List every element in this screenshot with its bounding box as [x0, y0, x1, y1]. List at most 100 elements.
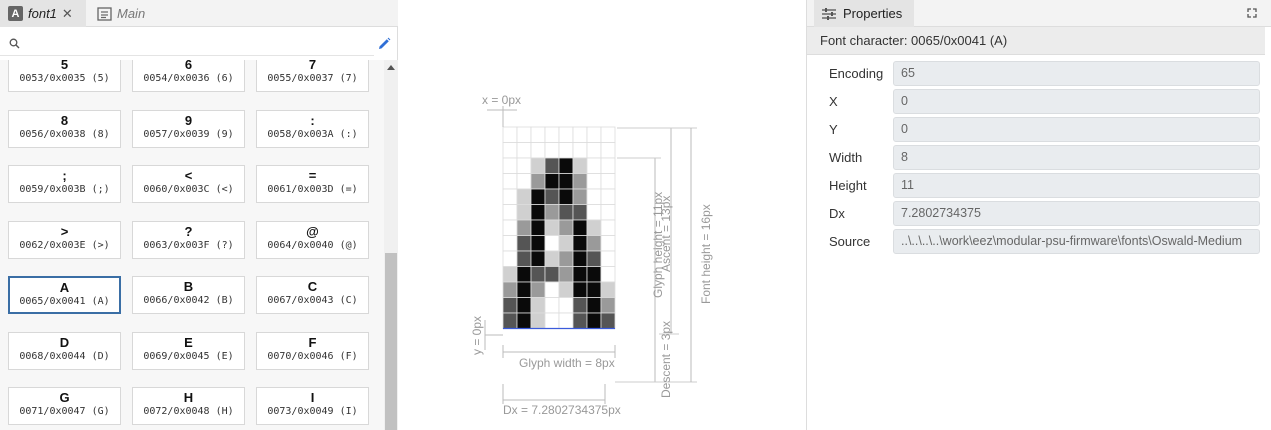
glyph-pixel[interactable] [586, 297, 602, 314]
glyph-pixel[interactable] [586, 173, 602, 190]
glyph-pixel[interactable] [558, 188, 574, 205]
glyph-pixel[interactable] [586, 250, 602, 267]
tab-properties[interactable]: Properties [814, 0, 914, 27]
glyph-pixel[interactable] [530, 126, 546, 143]
glyph-pixel[interactable] [572, 297, 588, 314]
glyph-pixel[interactable] [586, 204, 602, 221]
glyph-pixel[interactable] [558, 142, 574, 159]
glyph-pixel[interactable] [516, 312, 532, 329]
glyph-pixel[interactable] [600, 219, 616, 236]
character-cell[interactable]: H 0072/0x0048 (H) [132, 387, 245, 425]
glyph-pixel[interactable] [558, 312, 574, 329]
character-cell[interactable]: <0060/0x003C (<) [132, 165, 245, 203]
property-value-field[interactable]: 0 [893, 117, 1260, 142]
glyph-pixel[interactable] [502, 204, 518, 221]
glyph-pixel[interactable] [516, 188, 532, 205]
glyph-pixel[interactable] [558, 250, 574, 267]
glyph-pixel[interactable] [586, 281, 602, 298]
glyph-pixel[interactable] [600, 157, 616, 174]
glyph-pixel[interactable] [516, 204, 532, 221]
glyph-pixel[interactable] [586, 219, 602, 236]
glyph-pixel[interactable] [544, 312, 560, 329]
glyph-pixel[interactable] [544, 157, 560, 174]
glyph-pixel[interactable] [558, 126, 574, 143]
glyph-pixel[interactable] [572, 250, 588, 267]
glyph-pixel[interactable] [558, 219, 574, 236]
glyph-pixel[interactable] [502, 188, 518, 205]
character-cell[interactable]: ? 0063/0x003F (?) [132, 220, 245, 259]
glyph-pixel[interactable] [572, 173, 588, 190]
glyph-pixel[interactable] [600, 188, 616, 205]
glyph-pixel[interactable] [530, 266, 546, 283]
glyph-pixel[interactable] [586, 126, 602, 143]
glyph-pixel[interactable] [600, 297, 616, 314]
glyph-pixel[interactable] [502, 266, 518, 283]
character-cell[interactable]: 8 0056/0x0038 (8) [8, 109, 121, 148]
property-value-field[interactable]: 7.2802734375 [893, 201, 1260, 226]
character-cell[interactable]: I 0073/0x0049 (I) [256, 387, 369, 425]
character-cell[interactable]: G 0071/0x0047 (G) [8, 387, 121, 425]
glyph-pixel[interactable] [544, 266, 560, 283]
glyph-pixel[interactable] [516, 281, 532, 298]
glyph-pixel[interactable] [600, 142, 616, 159]
glyph-pixel[interactable] [572, 157, 588, 174]
glyph-pixel[interactable] [544, 297, 560, 314]
character-cell[interactable]: :0058/0x003A (:) [256, 109, 369, 148]
glyph-pixel[interactable] [600, 126, 616, 143]
search-input[interactable] [26, 35, 366, 53]
glyph-pixel[interactable] [544, 188, 560, 205]
glyph-pixel[interactable] [544, 204, 560, 221]
glyph-pixel[interactable] [502, 219, 518, 236]
glyph-pixel[interactable] [544, 173, 560, 190]
property-value-field[interactable]: 65 [893, 61, 1260, 86]
character-cell[interactable]: F 0070/0x0046 (F) [256, 331, 369, 370]
glyph-pixel[interactable] [572, 219, 588, 236]
glyph-pixel[interactable] [544, 250, 560, 267]
glyph-pixel[interactable] [502, 297, 518, 314]
glyph-pixel[interactable] [530, 297, 546, 314]
property-value-field[interactable]: 8 [893, 145, 1260, 170]
glyph-pixel[interactable] [572, 235, 588, 252]
character-cell[interactable]: A 0065/0x0041 (A) [8, 276, 121, 314]
glyph-pixel[interactable] [530, 281, 546, 298]
glyph-pixel[interactable] [502, 235, 518, 252]
glyph-pixel[interactable] [502, 250, 518, 267]
glyph-pixel[interactable] [544, 126, 560, 143]
glyph-pixel[interactable] [516, 157, 532, 174]
glyph-pixel[interactable] [600, 173, 616, 190]
glyph-pixel[interactable] [600, 266, 616, 283]
glyph-pixel[interactable] [572, 188, 588, 205]
glyph-pixel[interactable] [530, 157, 546, 174]
glyph-pixel[interactable] [530, 250, 546, 267]
character-cell[interactable]: = 0061/0x003D (=) [256, 165, 369, 203]
character-cell[interactable]: 7 0055/0x0037 (7) [256, 60, 369, 92]
glyph-pixel[interactable] [502, 157, 518, 174]
glyph-pixel[interactable] [558, 235, 574, 252]
glyph-pixel[interactable] [516, 219, 532, 236]
glyph-pixel[interactable] [558, 204, 574, 221]
property-value-field[interactable]: 0 [893, 89, 1260, 114]
glyph-pixel[interactable] [586, 235, 602, 252]
glyph-pixel[interactable] [586, 142, 602, 159]
character-cell[interactable]: 5 0053/0x0035 (5) [8, 60, 121, 92]
glyph-pixel[interactable] [586, 188, 602, 205]
character-cell[interactable]: D 0068/0x0044 (D) [8, 331, 121, 370]
glyph-pixel[interactable] [516, 142, 532, 159]
glyph-pixel[interactable] [600, 312, 616, 329]
character-cell[interactable]: E 0069/0x0045 (E) [132, 331, 245, 370]
character-cell[interactable]: @0064/0x0040 (@) [256, 220, 369, 259]
glyph-pixel[interactable] [558, 281, 574, 298]
glyph-pixel[interactable] [516, 250, 532, 267]
glyph-pixel[interactable] [558, 157, 574, 174]
glyph-pixel[interactable] [530, 235, 546, 252]
glyph-pixel[interactable] [530, 312, 546, 329]
glyph-pixel[interactable] [502, 312, 518, 329]
glyph-pixel[interactable] [502, 173, 518, 190]
glyph-pixel[interactable] [586, 266, 602, 283]
scroll-up-arrow-icon[interactable] [387, 65, 395, 70]
glyph-pixel[interactable] [530, 173, 546, 190]
glyph-pixel[interactable] [516, 173, 532, 190]
glyph-pixel[interactable] [516, 266, 532, 283]
glyph-pixel[interactable] [502, 281, 518, 298]
glyph-pixel[interactable] [572, 281, 588, 298]
